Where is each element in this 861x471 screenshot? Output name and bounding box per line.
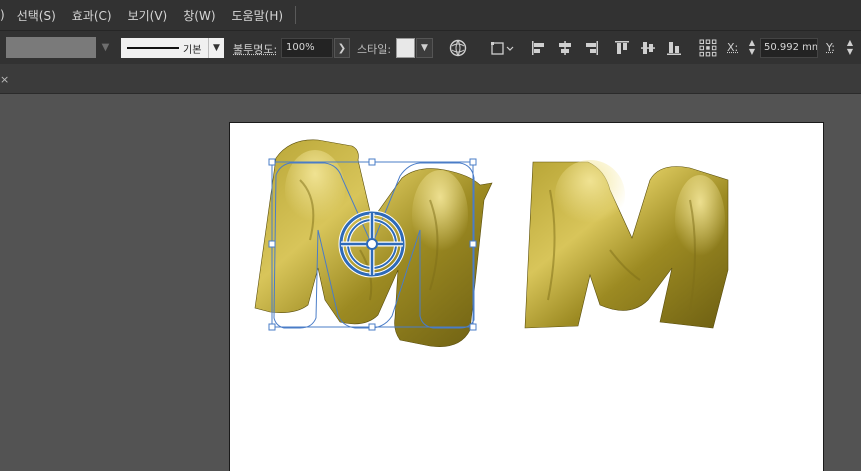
reference-point-icon[interactable] [698,38,718,58]
menu-divider [295,6,297,24]
transform-icon[interactable] [490,38,516,58]
menu-bar: ) 선택(S) 효과(C) 보기(V) 창(W) 도움말(H) [0,0,861,30]
document-tab-strip: × [0,64,861,94]
control-bar: ▼ 기본 ▼ 불투명도: 100% ❯ 스타일: ▼ X: ▲ ▼ 50.992… [0,30,861,64]
style-label: 스타일: [357,43,392,56]
stroke-line-preview [127,47,179,49]
resize-handle-top[interactable] [368,158,376,166]
align-top-icon[interactable] [613,38,631,58]
resize-handle-top-left[interactable] [268,158,276,166]
y-stepper[interactable]: ▲ ▼ [843,38,857,58]
resize-handle-left[interactable] [268,240,276,248]
illustrator-window: ) 선택(S) 효과(C) 보기(V) 창(W) 도움말(H) ▼ 기본 ▼ 불… [0,0,861,471]
x-position-input[interactable]: 50.992 mm [760,38,818,58]
align-right-icon[interactable] [582,38,600,58]
resize-handle-bottom-right[interactable] [469,323,477,331]
close-icon[interactable]: × [0,73,9,87]
menu-effect[interactable]: 효과(C) [64,7,120,24]
gold-highlight [555,160,625,230]
chevron-down-icon[interactable]: ▼ [97,37,114,58]
globe-icon[interactable] [448,38,468,58]
menu-item-truncated[interactable]: ) [0,8,9,22]
graphic-style-swatch[interactable] [396,38,415,58]
y-position-label[interactable]: Y: [826,41,835,54]
resize-handle-top-right[interactable] [469,158,477,166]
resize-handle-bottom-left[interactable] [268,323,276,331]
chevron-down-icon[interactable]: ▼ [208,38,224,58]
align-left-icon[interactable] [530,38,548,58]
menu-window[interactable]: 창(W) [175,7,223,24]
x-position-label[interactable]: X: [727,41,738,54]
x-stepper[interactable]: ▲ ▼ [745,38,759,58]
opacity-label[interactable]: 불투명도: [233,41,277,57]
menu-select[interactable]: 선택(S) [9,7,64,24]
fill-color-swatch[interactable] [6,37,96,58]
align-center-icon[interactable] [556,38,574,58]
opacity-input[interactable]: 100% [281,38,333,58]
center-point-widget[interactable] [338,210,406,278]
gold-highlight [675,175,725,265]
stroke-profile-label: 기본 [183,44,202,56]
stroke-profile-select[interactable]: 기본 [121,38,208,58]
resize-handle-right[interactable] [469,240,477,248]
menu-help[interactable]: 도움말(H) [224,7,292,24]
menu-view[interactable]: 보기(V) [120,7,176,24]
chevron-down-icon[interactable]: ▼ [416,38,433,58]
align-bottom-icon[interactable] [665,38,683,58]
align-middle-icon[interactable] [639,38,657,58]
chevron-right-icon[interactable]: ❯ [334,38,350,58]
resize-handle-bottom[interactable] [368,323,376,331]
